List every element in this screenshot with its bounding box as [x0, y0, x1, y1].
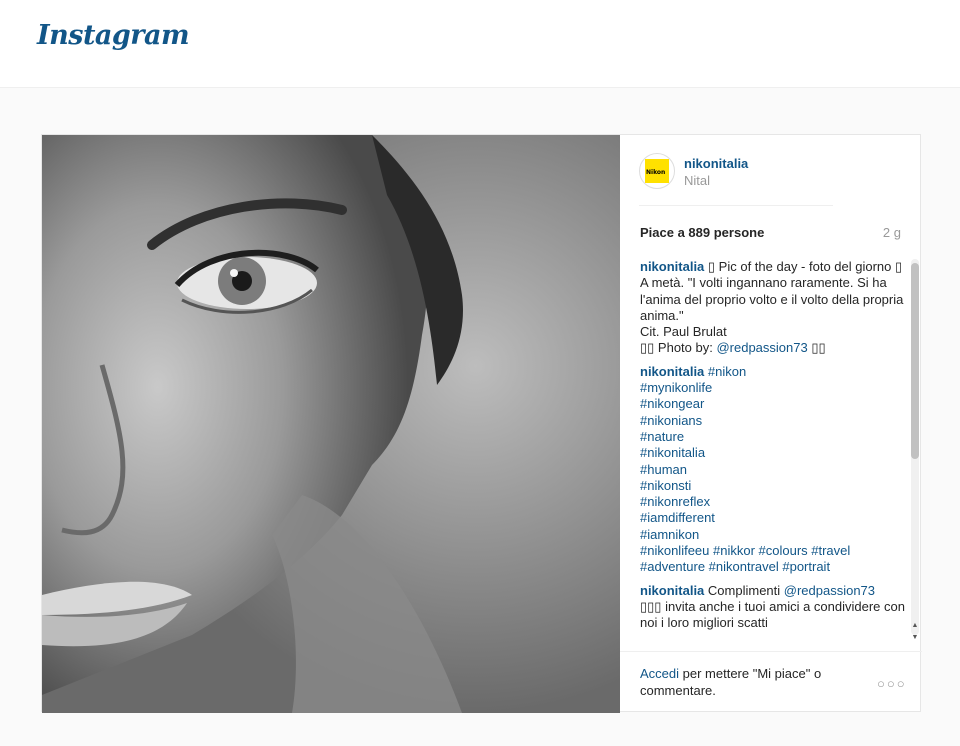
post-photo[interactable] [42, 135, 620, 713]
avatar[interactable]: Nikon [639, 153, 675, 189]
comment-author[interactable]: nikonitalia [640, 583, 704, 598]
comment-mention[interactable]: @redpassion73 [716, 340, 807, 355]
comment-tags[interactable]: #nikon #mynikonlife #nikongear #nikonian… [640, 364, 850, 575]
scroll-up-icon[interactable]: ▲ [910, 621, 920, 631]
post-location[interactable]: Nital [684, 173, 710, 188]
comment-reply: nikonitalia Complimenti @redpassion73 ▯▯… [640, 583, 908, 632]
login-link[interactable]: Accedi [640, 666, 679, 681]
post-age[interactable]: 2 g [883, 225, 901, 240]
comment-text-after: ▯▯▯ invita anche i tuoi amici a condivid… [640, 598, 905, 631]
footer-divider [620, 651, 922, 652]
comments-scrollbar[interactable]: ▲ ▼ [909, 259, 921, 651]
comment-hashtags: nikonitalia #nikon #mynikonlife #nikonge… [640, 364, 908, 576]
comment-author[interactable]: nikonitalia [640, 364, 704, 379]
avatar-brand: Nikon [646, 169, 666, 176]
more-options-icon[interactable]: ○○○ [877, 676, 907, 691]
instagram-logo[interactable]: Instagram [37, 20, 190, 51]
scroll-down-icon[interactable]: ▼ [910, 633, 920, 643]
top-bar: Instagram [0, 0, 960, 88]
post-sidebar: Nikon nikonitalia Nital Piace a 889 pers… [620, 135, 922, 713]
portrait-illustration [42, 135, 620, 713]
comment-caption: nikonitalia ▯ Pic of the day - foto del … [640, 259, 908, 357]
comment-text: Complimenti [704, 582, 784, 598]
post-username[interactable]: nikonitalia [684, 156, 748, 171]
post-card: Nikon nikonitalia Nital Piace a 889 pers… [41, 134, 922, 713]
login-prompt: Accedi per mettere "Mi piace" o commenta… [640, 665, 860, 699]
likes-count: Piace a 889 persone [640, 225, 765, 240]
comments-list[interactable]: nikonitalia ▯ Pic of the day - foto del … [640, 259, 908, 647]
comment-mention[interactable]: @redpassion73 [784, 583, 875, 598]
header-divider [639, 205, 833, 206]
comment-author[interactable]: nikonitalia [640, 259, 704, 274]
scrollbar-thumb[interactable] [911, 263, 919, 459]
comment-text-after: ▯▯ [807, 340, 826, 356]
